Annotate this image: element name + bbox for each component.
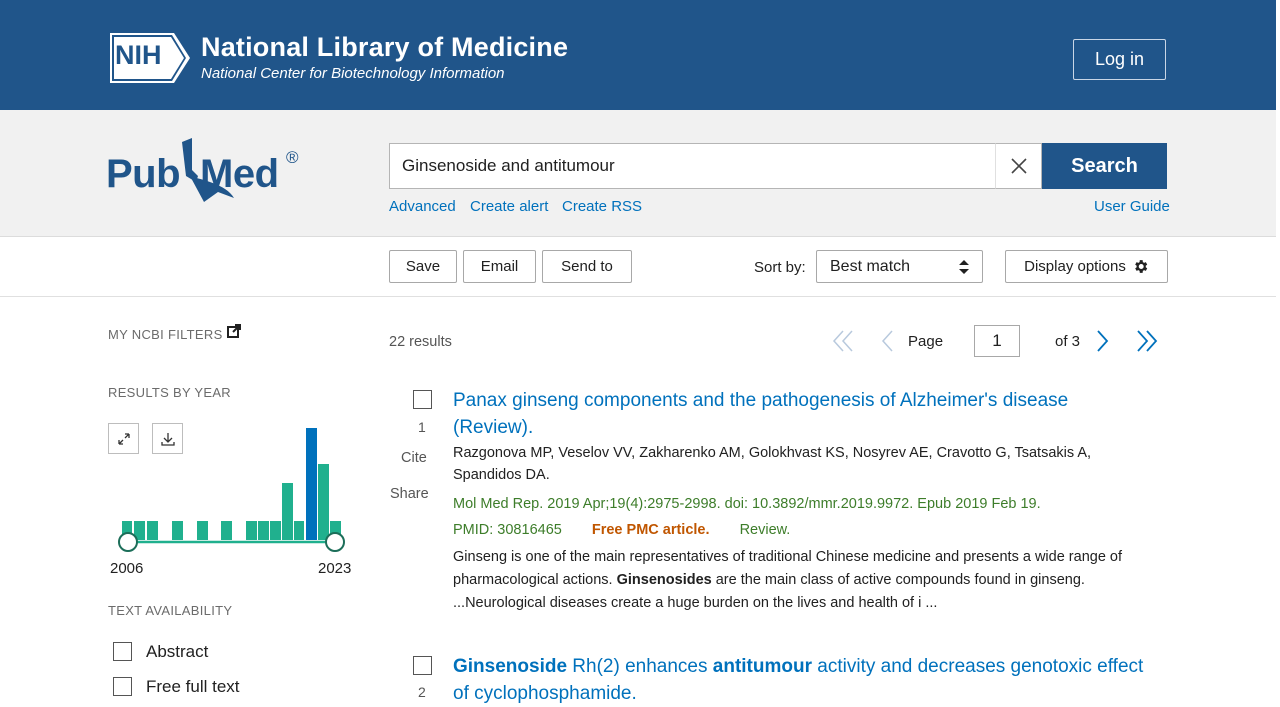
result-2-title-highlight-1: Ginsenoside (453, 656, 568, 677)
result-2-title[interactable]: Ginsenoside Rh(2) enhances antitumour ac… (453, 653, 1163, 707)
page-label: Page (908, 333, 944, 350)
sort-value: Best match (830, 257, 911, 275)
result-2-title-highlight-2: antitumour (712, 656, 812, 677)
email-button[interactable]: Email (463, 250, 536, 283)
result-1-rank: 1 (418, 419, 426, 435)
bar-2012[interactable] (197, 521, 208, 540)
sort-select[interactable]: Best match (816, 250, 983, 283)
bar-2022[interactable] (318, 464, 329, 540)
results-by-year-heading: RESULTS BY YEAR (108, 385, 231, 400)
result-2-checkbox[interactable] (413, 656, 432, 675)
nih-logo[interactable]: NIH (108, 31, 194, 85)
abstract-checkbox[interactable] (113, 642, 132, 661)
text-availability-heading: TEXT AVAILABILITY (108, 603, 233, 618)
registered-mark: ® (286, 148, 299, 167)
result-1-title[interactable]: Panax ginseng components and the pathoge… (453, 387, 1153, 441)
bar-2021[interactable] (306, 428, 317, 540)
result-2-title-part-1: Rh(2) enhances (567, 656, 713, 677)
histogram-bars[interactable] (122, 428, 341, 540)
bar-2008[interactable] (147, 521, 158, 540)
result-1-meta-line: PMID: 30816465 Free PMC article. Review. (453, 522, 790, 538)
pubmed-logo[interactable]: Pub Med ® (106, 136, 316, 206)
results-by-year-histogram[interactable] (108, 420, 356, 560)
year-start-label: 2006 (110, 560, 144, 577)
create-alert-link[interactable]: Create alert (470, 198, 548, 215)
next-page-icon[interactable] (1094, 328, 1112, 354)
bar-2017[interactable] (258, 521, 269, 540)
result-1-snippet-highlight: Ginsenosides (616, 572, 712, 588)
result-2-rank: 2 (418, 684, 426, 700)
abstract-filter-label[interactable]: Abstract (146, 642, 208, 662)
search-input[interactable] (389, 143, 995, 189)
nih-subtitle: National Center for Biotechnology Inform… (201, 65, 505, 82)
display-options-button[interactable]: Display options (1005, 250, 1168, 283)
search-button[interactable]: Search (1042, 143, 1167, 189)
close-icon (1010, 158, 1027, 174)
user-guide-link[interactable]: User Guide (1094, 198, 1170, 215)
free-full-text-filter-label[interactable]: Free full text (146, 677, 240, 697)
result-1-checkbox[interactable] (413, 390, 432, 409)
result-1-share-button[interactable]: Share (390, 486, 429, 502)
free-full-text-checkbox[interactable] (113, 677, 132, 696)
page-number-input[interactable]: 1 (974, 325, 1020, 357)
year-range-handle-end[interactable] (325, 532, 345, 552)
my-ncbi-filters-heading[interactable]: MY NCBI FILTERS (108, 327, 223, 342)
bar-2016[interactable] (246, 521, 257, 540)
bar-2020[interactable] (294, 521, 304, 540)
send-to-button[interactable]: Send to (542, 250, 632, 283)
clear-search-button[interactable] (995, 143, 1042, 189)
year-range-handle-start[interactable] (118, 532, 138, 552)
save-button[interactable]: Save (389, 250, 457, 283)
pubmed-logo-text-left: Pub (106, 152, 181, 196)
last-page-icon[interactable] (1134, 328, 1160, 354)
year-end-label: 2023 (318, 560, 352, 577)
result-1-pub-type: Review. (739, 522, 791, 538)
result-1-snippet: Ginseng is one of the main representativ… (453, 546, 1158, 615)
sort-label: Sort by: (754, 259, 806, 276)
create-rss-link[interactable]: Create RSS (562, 198, 642, 215)
external-link-icon[interactable] (227, 324, 241, 338)
result-1-authors: Razgonova MP, Veselov VV, Zakharenko AM,… (453, 445, 1092, 483)
bar-2019[interactable] (282, 483, 293, 540)
results-count: 22 results (389, 334, 452, 350)
bar-2018[interactable] (270, 521, 281, 540)
first-page-icon[interactable] (830, 328, 856, 354)
pubmed-logo-text-right: Med (200, 152, 279, 196)
nih-title[interactable]: National Library of Medicine (201, 32, 568, 63)
advanced-link[interactable]: Advanced (389, 198, 456, 215)
bar-2010[interactable] (172, 521, 183, 540)
result-1-citation: Mol Med Rep. 2019 Apr;19(4):2975-2998. d… (453, 496, 1041, 512)
nih-logo-text: NIH (115, 40, 162, 70)
display-options-label: Display options (1024, 258, 1126, 275)
result-1-free-pmc-badge: Free PMC article. (591, 522, 710, 538)
gear-icon (1135, 260, 1148, 273)
result-1-cite-button[interactable]: Cite (401, 450, 427, 466)
page-total: of 3 (1055, 333, 1081, 350)
login-button[interactable]: Log in (1073, 39, 1166, 80)
previous-page-icon[interactable] (878, 328, 896, 354)
sort-updown-icon (959, 260, 969, 274)
bar-2014[interactable] (221, 521, 232, 540)
result-1-pmid: PMID: 30816465 (453, 522, 562, 538)
toolbar-divider (0, 296, 1276, 297)
